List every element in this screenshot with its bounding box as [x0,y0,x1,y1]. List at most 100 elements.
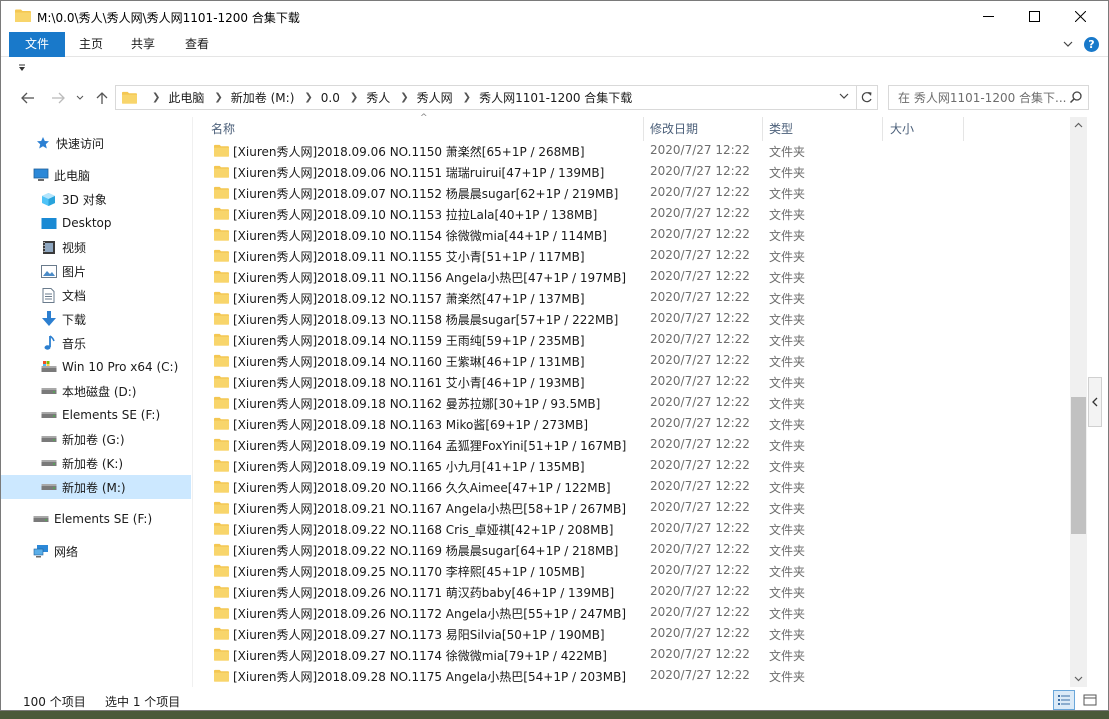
file-row[interactable]: [Xiuren秀人网]2018.09.14 NO.1160 王紫琳[46+1P … [194,350,1070,371]
file-type: 文件夹 [769,229,806,243]
breadcrumb-item[interactable]: 0.0 [321,91,340,105]
address-bar[interactable]: ❯ 此电脑 ❯ 新加卷 (M:) ❯ 0.0 ❯ 秀人 ❯ 秀人网 ❯ 秀人网1… [115,85,857,110]
file-name: [Xiuren秀人网]2018.09.18 NO.1163 Miko酱[69+1… [233,418,589,432]
breadcrumb-item[interactable]: 秀人网 [417,89,453,106]
chevron-right-icon[interactable]: ❯ [463,92,471,103]
title-bar[interactable]: M:\0.0\秀人\秀人网\秀人网1101-1200 合集下载 [1,1,1108,32]
folder-icon [15,9,31,22]
maximize-button[interactable] [1011,1,1057,32]
search-box[interactable] [888,85,1089,110]
file-name: [Xiuren秀人网]2018.09.27 NO.1173 易阳Silvia[5… [233,628,605,642]
sidebar-item-label: 图片 [62,264,87,279]
sidebar-item-quick-access[interactable]: 快速访问 [1,131,191,155]
file-row[interactable]: [Xiuren秀人网]2018.09.18 NO.1162 曼苏拉娜[30+1P… [194,392,1070,413]
column-divider[interactable] [882,117,883,141]
file-row[interactable]: [Xiuren秀人网]2018.09.22 NO.1168 Cris_卓娅祺[4… [194,518,1070,539]
sidebar-item-label: 下载 [62,312,87,327]
file-row[interactable]: [Xiuren秀人网]2018.09.27 NO.1174 徐微微mia[79+… [194,644,1070,665]
navigation-pane[interactable]: 快速访问 此电脑 3D 对象 Desktop 视频 图片 文档 下载 音乐 Wi… [1,117,193,687]
scrollbar-thumb[interactable] [1071,397,1086,534]
file-row[interactable]: [Xiuren秀人网]2018.09.28 NO.1175 Angela小热巴[… [194,665,1070,686]
file-row[interactable]: [Xiuren秀人网]2018.09.22 NO.1169 杨晨晨sugar[6… [194,539,1070,560]
sidebar-item-drive-k[interactable]: 新加卷 (K:) [1,451,191,475]
details-view-button[interactable] [1053,690,1075,710]
recent-locations-button[interactable] [73,87,87,109]
file-row[interactable]: [Xiuren秀人网]2018.09.13 NO.1158 杨晨晨sugar[5… [194,308,1070,329]
file-row[interactable]: [Xiuren秀人网]2018.09.11 NO.1155 艾小青[51+1P … [194,245,1070,266]
file-row[interactable]: [Xiuren秀人网]2018.09.14 NO.1159 王雨纯[59+1P … [194,329,1070,350]
column-header-name[interactable]: 名称 [211,117,235,141]
file-row[interactable]: [Xiuren秀人网]2018.09.11 NO.1156 Angela小热巴[… [194,266,1070,287]
file-row[interactable]: [Xiuren秀人网]2018.09.10 NO.1154 徐微微mia[44+… [194,224,1070,245]
back-button[interactable] [17,87,39,109]
tab-share[interactable]: 共享 [123,32,163,57]
chevron-right-icon[interactable]: ❯ [304,92,312,103]
file-row[interactable]: [Xiuren秀人网]2018.09.18 NO.1163 Miko酱[69+1… [194,413,1070,434]
large-icons-view-button[interactable] [1079,690,1101,710]
sidebar-item-drive-c[interactable]: Win 10 Pro x64 (C:) [1,355,191,379]
sidebar-item-network[interactable]: 网络 [1,539,191,563]
breadcrumb-item[interactable]: 新加卷 (M:) [231,89,295,106]
sidebar-item-3d-objects[interactable]: 3D 对象 [1,187,191,211]
column-divider[interactable] [762,117,763,141]
file-row[interactable]: [Xiuren秀人网]2018.09.07 NO.1152 杨晨晨sugar[6… [194,182,1070,203]
expand-ribbon-icon[interactable] [1063,39,1073,49]
file-row[interactable]: [Xiuren秀人网]2018.09.06 NO.1150 萧楽然[65+1P … [194,140,1070,161]
file-row[interactable]: [Xiuren秀人网]2018.09.25 NO.1170 李梓熙[45+1P … [194,560,1070,581]
tab-file[interactable]: 文件 [9,32,65,57]
file-name: [Xiuren秀人网]2018.09.13 NO.1158 杨晨晨sugar[5… [233,313,619,327]
file-row[interactable]: [Xiuren秀人网]2018.09.06 NO.1151 瑞瑞ruirui[4… [194,161,1070,182]
search-input[interactable] [889,86,1067,109]
column-header-date[interactable]: 修改日期 [650,117,698,141]
sidebar-item-elements-f[interactable]: Elements SE (F:) [1,507,191,531]
breadcrumb-item[interactable]: 秀人网1101-1200 合集下载 [479,89,632,106]
preview-pane-toggle[interactable] [1088,377,1102,427]
sidebar-item-desktop[interactable]: Desktop [1,211,191,235]
sidebar-item-pictures[interactable]: 图片 [1,259,191,283]
file-list[interactable]: ^ 名称 修改日期 类型 大小 [Xiuren秀人网]2018.09.06 NO… [194,113,1070,687]
tab-view[interactable]: 查看 [177,32,217,57]
sidebar-item-drive-g[interactable]: 新加卷 (G:) [1,427,191,451]
file-row[interactable]: [Xiuren秀人网]2018.09.27 NO.1173 易阳Silvia[5… [194,623,1070,644]
scroll-up-button[interactable] [1070,117,1087,134]
file-row[interactable]: [Xiuren秀人网]2018.09.19 NO.1164 孟狐狸FoxYini… [194,434,1070,455]
column-divider[interactable] [963,117,964,141]
scroll-down-button[interactable] [1070,670,1087,687]
tab-home[interactable]: 主页 [71,32,111,57]
sidebar-item-drive-m[interactable]: 新加卷 (M:) [1,475,191,499]
sidebar-item-downloads[interactable]: 下载 [1,307,191,331]
sidebar-item-drive-f[interactable]: Elements SE (F:) [1,403,191,427]
chevron-right-icon[interactable]: ❯ [350,92,358,103]
file-row[interactable]: [Xiuren秀人网]2018.09.26 NO.1171 萌汉药baby[46… [194,581,1070,602]
sidebar-item-drive-d[interactable]: 本地磁盘 (D:) [1,379,191,403]
vertical-scrollbar[interactable] [1070,117,1087,687]
sidebar-item-music[interactable]: 音乐 [1,331,191,355]
column-divider[interactable] [643,117,644,141]
sidebar-item-videos[interactable]: 视频 [1,235,191,259]
file-row[interactable]: [Xiuren秀人网]2018.09.10 NO.1153 拉拉Lala[40+… [194,203,1070,224]
sidebar-item-this-pc[interactable]: 此电脑 [1,163,191,187]
refresh-button[interactable] [856,85,878,110]
chevron-right-icon[interactable]: ❯ [214,92,222,103]
close-button[interactable] [1057,1,1103,32]
chevron-right-icon[interactable]: ❯ [152,92,160,103]
file-row[interactable]: [Xiuren秀人网]2018.09.21 NO.1167 Angela小热巴[… [194,497,1070,518]
chevron-right-icon[interactable]: ❯ [400,92,408,103]
file-row[interactable]: [Xiuren秀人网]2018.09.26 NO.1172 Angela小热巴[… [194,602,1070,623]
address-dropdown-icon[interactable] [838,90,850,102]
column-header-type[interactable]: 类型 [769,117,793,141]
file-row[interactable]: [Xiuren秀人网]2018.09.20 NO.1166 久久Aimee[47… [194,476,1070,497]
column-header-size[interactable]: 大小 [890,117,914,141]
breadcrumb-item[interactable]: 此电脑 [168,89,204,106]
breadcrumb-item[interactable]: 秀人 [366,89,390,106]
customize-toolbar-icon[interactable] [17,63,27,73]
up-button[interactable] [91,87,113,109]
minimize-button[interactable] [965,1,1011,32]
sidebar-item-documents[interactable]: 文档 [1,283,191,307]
search-icon[interactable] [1069,90,1083,104]
forward-button[interactable] [47,87,69,109]
file-row[interactable]: [Xiuren秀人网]2018.09.12 NO.1157 萧楽然[47+1P … [194,287,1070,308]
file-row[interactable]: [Xiuren秀人网]2018.09.19 NO.1165 小九月[41+1P … [194,455,1070,476]
help-icon[interactable]: ? [1084,37,1099,52]
file-row[interactable]: [Xiuren秀人网]2018.09.18 NO.1161 艾小青[46+1P … [194,371,1070,392]
